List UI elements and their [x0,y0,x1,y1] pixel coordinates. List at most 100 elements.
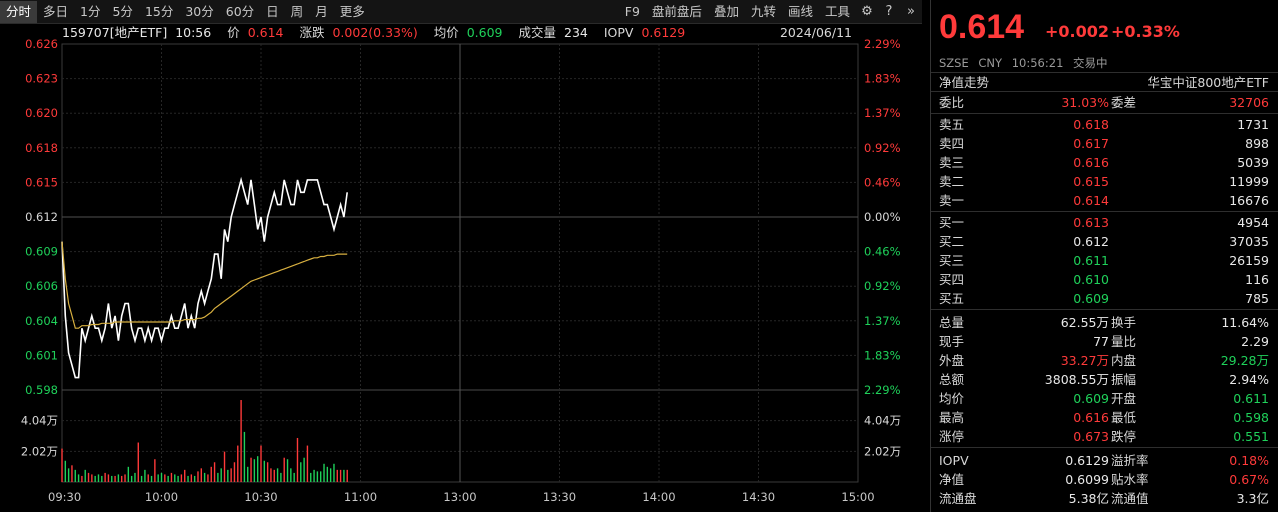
stat-value: 77 [1093,334,1109,349]
stat-value: 0.611 [1233,391,1269,406]
price-tick-label: 0.606 [25,279,58,293]
pct-tick-label: 0.92% [864,141,901,155]
bid-label: 买二 [939,234,965,249]
bid-volume: 26159 [1229,253,1269,268]
order-ratio-row: 委比 31.03% 委差 32706 [931,93,1278,112]
bid-price: 0.613 [1073,215,1109,230]
fund-label: 贴水率 [1111,472,1149,487]
price-tick-label: 0.612 [25,210,58,224]
stat-label: 内盘 [1111,353,1137,368]
pct-tick-label: 1.83% [864,348,901,362]
stat-value: 11.64% [1221,315,1269,330]
ask-price: 0.617 [1073,136,1109,151]
price-line [61,176,348,379]
fund-value: 0.18% [1229,453,1269,468]
bid-volume: 37035 [1229,234,1269,249]
ask-volume: 898 [1245,136,1269,151]
bid-volume: 785 [1245,291,1269,306]
stats-row: 涨停 0.673 跌停 0.551 [931,427,1278,446]
stat-label: 开盘 [1111,391,1137,406]
ask-label: 卖五 [939,117,965,132]
nav-trend-tab[interactable]: 净值走势 [939,73,989,93]
ask-row: 卖三 0.616 5039 [931,153,1278,172]
bid-volume: 4954 [1237,215,1269,230]
ask-label: 卖三 [939,155,965,170]
ask-price: 0.618 [1073,117,1109,132]
fund-label: IOPV [939,453,969,468]
exchange-meta: SZSE CNY 10:56:21 交易中 [939,55,1114,71]
price-tick-label: 0.620 [25,106,58,120]
bid-price: 0.610 [1073,272,1109,287]
pct-tick-label: 0.00% [864,210,901,224]
stat-label: 总量 [939,315,965,330]
bid-price: 0.609 [1073,291,1109,306]
price-tick-label: 0.626 [25,37,58,51]
volume-tick-label: 2.02万 [21,444,58,458]
price-tick-label: 0.604 [25,314,58,328]
ratio-label: 委比 [939,95,965,110]
ask-price: 0.614 [1073,193,1109,208]
stat-label: 最低 [1111,410,1137,425]
ask-price: 0.615 [1073,174,1109,189]
price-tick-label: 0.623 [25,72,58,86]
bid-label: 买一 [939,215,965,230]
exchange: SZSE [939,56,969,70]
quote-time: 10:56:21 [1011,56,1064,70]
bid-row: 买三 0.611 26159 [931,251,1278,270]
ask-row: 卖四 0.617 898 [931,134,1278,153]
price-tick-label: 0.598 [25,383,58,397]
time-tick-label: 13:00 [443,490,476,504]
stats-row: 总额 3808.55万 振幅 2.94% [931,370,1278,389]
fund-value: 3.3亿 [1236,491,1269,506]
stat-value: 33.27万 [1060,353,1109,368]
stat-value: 62.55万 [1060,315,1109,330]
bid-row: 买一 0.613 4954 [931,213,1278,232]
bid-label: 买三 [939,253,965,268]
fund-value: 0.6129 [1065,453,1109,468]
ask-label: 卖四 [939,136,965,151]
volume-tick-label: 4.04万 [21,414,58,428]
diff-label: 委差 [1111,95,1137,110]
fund-label: 流通盘 [939,491,977,506]
stats-row: 总量 62.55万 换手 11.64% [931,313,1278,332]
pct-tick-label: 2.29% [864,37,901,51]
fund-value: 0.6099 [1065,472,1109,487]
pct-tick-label: 1.83% [864,72,901,86]
price-change: +0.002 [1045,22,1110,41]
last-price: 0.614 [939,8,1025,46]
time-tick-label: 11:00 [344,490,377,504]
time-tick-label: 09:30 [48,490,81,504]
fund-label: 流通值 [1111,491,1149,506]
stat-value: 2.94% [1229,372,1269,387]
avg-price-line [61,241,348,329]
pct-tick-label: 1.37% [864,106,901,120]
stats-row: 外盘 33.27万 内盘 29.28万 [931,351,1278,370]
intraday-chart[interactable]: 0.626 2.29% 0.623 1.83% 0.620 1.37% 0.618 0.92%… [0,0,922,512]
ask-label: 卖二 [939,174,965,189]
ask-price: 0.616 [1073,155,1109,170]
stat-value: 0.609 [1073,391,1109,406]
stat-value: 0.551 [1233,429,1269,444]
bid-label: 买四 [939,272,965,287]
time-tick-label: 10:00 [145,490,178,504]
panel-divider [931,113,1278,114]
time-tick-label: 15:00 [841,490,874,504]
stat-value: 3808.55万 [1044,372,1109,387]
pct-tick-label: 0.46% [864,175,901,189]
bid-row: 买四 0.610 116 [931,270,1278,289]
stat-label: 换手 [1111,315,1137,330]
ratio-value: 31.03% [1061,95,1109,110]
price-tick-label: 0.618 [25,141,58,155]
ask-volume: 11999 [1229,174,1269,189]
pct-tick-label: 0.92% [864,279,901,293]
panel-divider [931,447,1278,448]
fund-label: 溢折率 [1111,453,1149,468]
bid-volume: 116 [1245,272,1269,287]
bid-label: 买五 [939,291,965,306]
stat-value: 0.616 [1073,410,1109,425]
fund-full-name: 华宝中证800地产ETF [1147,75,1269,90]
ask-volume: 1731 [1237,117,1269,132]
nav-row[interactable]: 净值走势 华宝中证800地产ETF [931,72,1278,92]
volume-tick-label-right: 2.02万 [864,444,901,458]
stat-label: 跌停 [1111,429,1137,444]
